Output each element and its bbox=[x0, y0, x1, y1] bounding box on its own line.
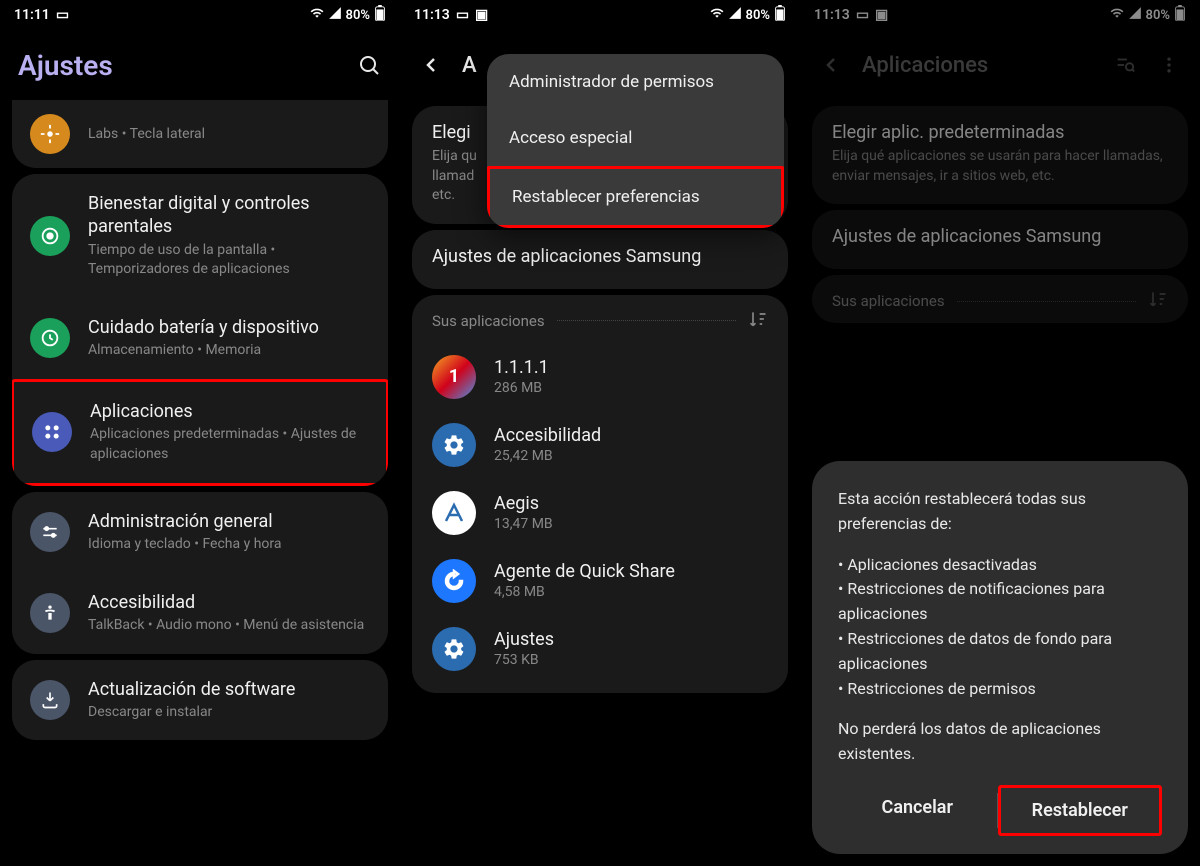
app-size: 4,58 MB bbox=[494, 584, 675, 600]
setting-sub: Idioma y teclado • Fecha y hora bbox=[88, 535, 370, 555]
app-row[interactable]: Ajustes 753 KB bbox=[412, 615, 788, 683]
battery-text: 80% bbox=[346, 8, 370, 23]
accessibility-icon bbox=[30, 593, 70, 633]
setting-accessibility[interactable]: Accesibilidad TalkBack • Audio mono • Me… bbox=[12, 573, 388, 654]
notification-icon: ▭ bbox=[456, 7, 469, 23]
app-name: Accesibilidad bbox=[494, 425, 601, 446]
samsung-apps-card[interactable]: Ajustes de aplicaciones Samsung bbox=[412, 230, 788, 289]
setting-title: Aplicaciones bbox=[90, 400, 368, 423]
app-name: Ajustes bbox=[494, 629, 554, 650]
settings-card-partial: Labs • Tecla lateral bbox=[12, 100, 388, 168]
app-icon bbox=[432, 423, 476, 467]
signal-icon bbox=[328, 6, 342, 24]
battery-icon bbox=[374, 5, 386, 25]
setting-sub: Almacenamiento • Memoria bbox=[88, 341, 370, 361]
setting-software-update[interactable]: Actualización de software Descargar e in… bbox=[12, 660, 388, 741]
setting-title: Cuidado batería y dispositivo bbox=[88, 316, 370, 339]
menu-permission-manager[interactable]: Administrador de permisos bbox=[487, 54, 784, 110]
settings-header: Ajustes bbox=[0, 30, 400, 100]
setting-title: Actualización de software bbox=[88, 678, 370, 701]
samsung-settings-label: Ajustes de aplicaciones Samsung bbox=[432, 246, 768, 267]
battery-text: 80% bbox=[746, 8, 770, 23]
app-size: 25,42 MB bbox=[494, 448, 601, 464]
app-size: 753 KB bbox=[494, 652, 554, 668]
app-icon bbox=[432, 491, 476, 535]
settings-card-group3: Actualización de software Descargar e in… bbox=[12, 660, 388, 741]
status-bar: 11:11 ▭ 80% bbox=[0, 0, 400, 30]
app-name: Aegis bbox=[494, 493, 553, 514]
notification-icon: ▣ bbox=[475, 7, 488, 23]
section-label: Sus aplicaciones bbox=[432, 312, 545, 330]
status-time: 11:13 bbox=[414, 7, 450, 23]
reset-preferences-dialog: Esta acción restablecerá todas sus prefe… bbox=[812, 461, 1188, 854]
menu-reset-preferences[interactable]: Restablecer preferencias bbox=[487, 166, 784, 228]
dialog-bullet: • Restricciones de permisos bbox=[838, 677, 1162, 702]
app-row[interactable]: Accesibilidad 25,42 MB bbox=[412, 411, 788, 479]
search-icon[interactable] bbox=[356, 52, 382, 78]
sort-icon[interactable] bbox=[748, 309, 768, 333]
setting-sub: Descargar e instalar bbox=[88, 703, 370, 723]
setting-battery[interactable]: Cuidado batería y dispositivo Almacenami… bbox=[12, 298, 388, 379]
app-size: 286 MB bbox=[494, 380, 549, 396]
app-name: 1.1.1.1 bbox=[494, 357, 549, 378]
update-icon bbox=[30, 680, 70, 720]
status-bar: 11:13 ▭ ▣ 80% bbox=[400, 0, 800, 30]
general-icon bbox=[30, 512, 70, 552]
back-icon[interactable] bbox=[418, 52, 444, 78]
dialog-bullet: • Aplicaciones desactivadas bbox=[838, 553, 1162, 578]
status-time: 11:11 bbox=[14, 7, 50, 23]
setting-title: Accesibilidad bbox=[88, 591, 370, 614]
setting-sub: TalkBack • Audio mono • Menú de asistenc… bbox=[88, 616, 370, 636]
setting-sub: Tiempo de uso de la pantalla • Temporiza… bbox=[88, 241, 370, 280]
app-name: Agente de Quick Share bbox=[494, 561, 675, 582]
settings-card-group1: Bienestar digital y controles parentales… bbox=[12, 174, 388, 486]
screen-settings-main: 11:11 ▭ 80% Ajustes Labs bbox=[0, 0, 400, 866]
setting-advanced-partial[interactable]: Labs • Tecla lateral bbox=[12, 100, 388, 168]
page-title: Ajustes bbox=[18, 49, 338, 82]
apps-list-card: Sus aplicaciones 1 1.1.1.1 286 MB Accesi… bbox=[412, 295, 788, 693]
battery-icon bbox=[774, 5, 786, 25]
cancel-button[interactable]: Cancelar bbox=[838, 785, 997, 836]
battery-care-icon bbox=[30, 318, 70, 358]
app-row[interactable]: 1 1.1.1.1 286 MB bbox=[412, 343, 788, 411]
wifi-icon bbox=[710, 6, 724, 24]
wifi-icon bbox=[310, 6, 324, 24]
app-size: 13,47 MB bbox=[494, 516, 553, 532]
overflow-menu: Administrador de permisos Acceso especia… bbox=[487, 54, 784, 228]
dialog-bullet: • Restricciones de datos de fondo para a… bbox=[838, 627, 1162, 677]
app-icon: 1 bbox=[432, 355, 476, 399]
apps-section-header: Sus aplicaciones bbox=[412, 295, 788, 343]
dialog-intro: Esta acción restablecerá todas sus prefe… bbox=[838, 487, 1162, 537]
setting-apps[interactable]: Aplicaciones Aplicaciones predeterminada… bbox=[12, 379, 388, 486]
signal-icon bbox=[728, 6, 742, 24]
dialog-bullet: • Restricciones de notificaciones para a… bbox=[838, 577, 1162, 627]
menu-special-access[interactable]: Acceso especial bbox=[487, 110, 784, 166]
setting-sub: Aplicaciones predeterminadas • Ajustes d… bbox=[90, 425, 368, 464]
screen-apps-dialog: 11:13 ▭ ▣ 80% Aplicaciones Elegir aplic.… bbox=[800, 0, 1200, 866]
setting-general[interactable]: Administración general Idioma y teclado … bbox=[12, 492, 388, 573]
apps-icon bbox=[32, 412, 72, 452]
setting-sub: Labs • Tecla lateral bbox=[88, 125, 370, 145]
setting-wellbeing[interactable]: Bienestar digital y controles parentales… bbox=[12, 174, 388, 298]
app-icon bbox=[432, 559, 476, 603]
setting-title: Bienestar digital y controles parentales bbox=[88, 192, 370, 239]
wellbeing-icon bbox=[30, 216, 70, 256]
confirm-reset-button[interactable]: Restablecer bbox=[998, 785, 1163, 836]
screen-apps-with-menu: 11:13 ▭ ▣ 80% A Elegi Elija qu llamad et… bbox=[400, 0, 800, 866]
settings-card-group2: Administración general Idioma y teclado … bbox=[12, 492, 388, 654]
dialog-bullets: • Aplicaciones desactivadas • Restriccio… bbox=[838, 553, 1162, 702]
app-icon bbox=[432, 627, 476, 671]
dialog-outro: No perderá los datos de aplicaciones exi… bbox=[838, 717, 1162, 767]
advanced-icon bbox=[30, 114, 70, 154]
notification-icon: ▭ bbox=[56, 7, 69, 23]
setting-title: Administración general bbox=[88, 510, 370, 533]
app-row[interactable]: Agente de Quick Share 4,58 MB bbox=[412, 547, 788, 615]
app-row[interactable]: Aegis 13,47 MB bbox=[412, 479, 788, 547]
